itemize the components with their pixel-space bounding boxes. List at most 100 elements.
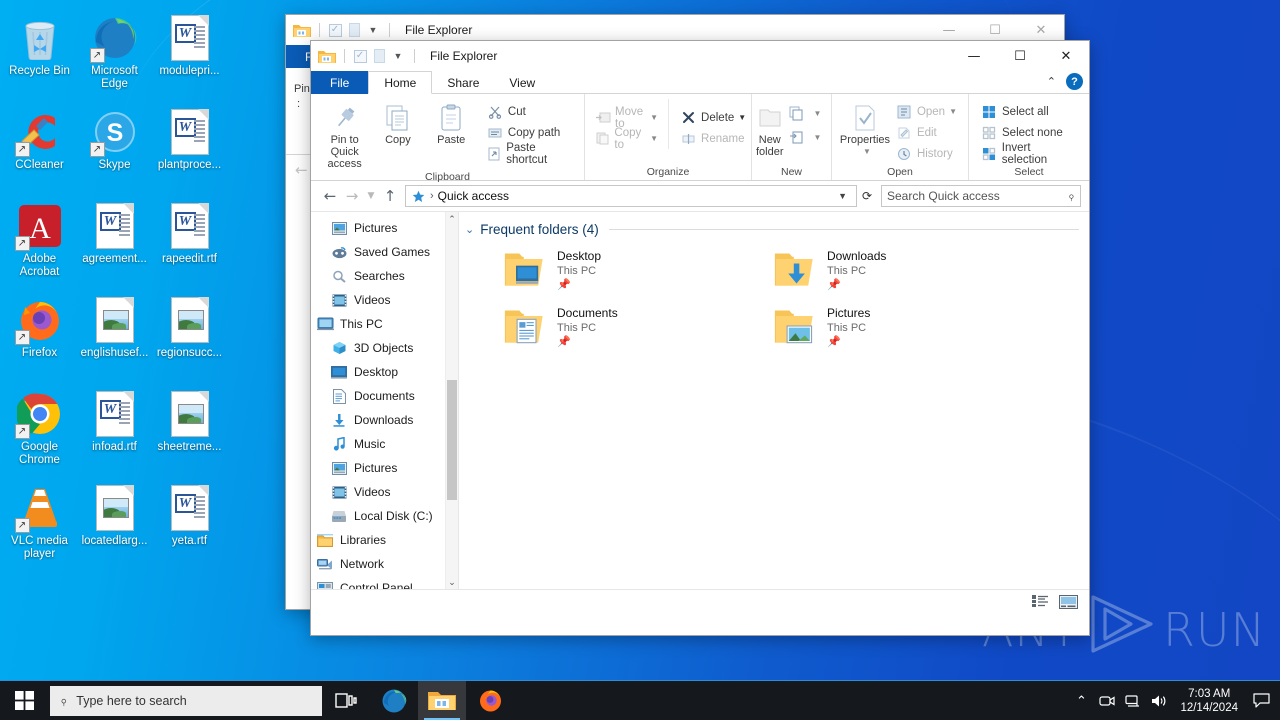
delete-button[interactable]: Delete ▼ [675,107,750,128]
copy-path-button[interactable]: Copy path [482,122,577,143]
nav-item-music[interactable]: Music [311,432,458,456]
desktop-icon-ccleaner[interactable]: ↗ CCleaner [2,100,77,194]
desktop-icon-microsoft-edge[interactable]: ↗ Microsoft Edge [77,6,152,100]
nav-item-videos[interactable]: Videos [311,480,458,504]
frequent-folder-tile[interactable]: Downloads This PC 📌 [773,249,1043,292]
nav-item-pictures[interactable]: Pictures [311,456,458,480]
desktop-icon-recycle-bin[interactable]: Recycle Bin [2,6,77,100]
nav-item-libraries[interactable]: Libraries [311,528,458,552]
desktop-icon-yeta-rtf[interactable]: W yeta.rtf [152,476,227,570]
folder-icon[interactable] [293,23,311,38]
history-button[interactable]: History [891,143,961,164]
maximize-button[interactable]: ☐ [997,41,1043,71]
select-none-button[interactable]: Select none [976,122,1082,143]
easy-access-button[interactable]: ▼ [784,125,826,149]
desktop-icon-rapeedit-rtf[interactable]: W rapeedit.rtf [152,194,227,288]
scroll-down-arrow[interactable]: ⌄ [446,575,458,589]
titlebar[interactable]: ✓ ▼ File Explorer — ☐ ✕ [311,41,1089,71]
tab-home[interactable]: Home [368,71,433,94]
window-controls[interactable]: — ☐ ✕ [951,41,1089,71]
properties-checkbox-icon[interactable]: ✓ [326,21,344,39]
chevron-down-icon[interactable]: ▼ [389,47,407,65]
nav-item-control-panel[interactable]: Control Panel [311,576,458,589]
address-dropdown-icon[interactable]: ▼ [833,191,852,201]
search-box[interactable]: Search Quick access ⌕ [881,185,1081,207]
desktop-icon-locatedlarg---[interactable]: locatedlarg... [77,476,152,570]
help-button[interactable]: ? [1066,73,1083,90]
nav-item-this-pc[interactable]: This PC [311,312,458,336]
desktop-icon-regionsucc---[interactable]: regionsucc... [152,288,227,382]
taskbar-clock[interactable]: 7:03 AM 12/14/2024 [1172,687,1246,715]
chevron-down-icon[interactable]: ▼ [650,113,658,122]
taskbar-search-box[interactable]: ⌕ Type here to search [50,685,322,716]
taskbar-firefox[interactable] [466,681,514,720]
desktop-icon-firefox[interactable]: ↗ Firefox [2,288,77,382]
frequent-folder-tile[interactable]: Desktop This PC 📌 [503,249,773,292]
desktop-icon-google-chrome[interactable]: ↗ Google Chrome [2,382,77,476]
arrow-left-icon-background[interactable]: ← [295,161,308,179]
nav-item-downloads[interactable]: Downloads [311,408,458,432]
desktop-icon-plantproce---[interactable]: W plantproce... [152,100,227,194]
new-folder-icon[interactable] [370,47,388,65]
scroll-up-arrow[interactable]: ⌃ [446,212,458,226]
copy-to-button[interactable]: Copy to ▼ [592,127,662,151]
edit-button[interactable]: Edit [891,122,961,143]
desktop-icon-agreement---[interactable]: W agreement... [77,194,152,288]
open-button[interactable]: Open ▼ [891,101,961,122]
file-explorer-window[interactable]: ✓ ▼ File Explorer — ☐ ✕ File Home Share … [310,40,1090,636]
folder-icon[interactable] [318,49,336,64]
paste-button[interactable]: Paste [425,99,478,146]
large-icons-view-button[interactable] [1057,593,1079,611]
desktop-icon-englishusef---[interactable]: englishusef... [77,288,152,382]
minimize-button[interactable]: — [951,41,997,71]
navigation-scrollbar[interactable]: ⌃ ⌄ [445,212,458,589]
paste-shortcut-button[interactable]: Paste shortcut [482,142,577,166]
nav-item-desktop[interactable]: Desktop [311,360,458,384]
nav-item-pictures[interactable]: Pictures [311,216,458,240]
rename-button[interactable]: Rename [675,128,750,149]
tray-volume-icon[interactable] [1146,681,1172,720]
nav-item-network[interactable]: Network [311,552,458,576]
nav-item-documents[interactable]: Documents [311,384,458,408]
chevron-down-icon[interactable]: ▼ [738,113,746,122]
chevron-down-icon[interactable]: ▼ [814,109,822,118]
tab-view[interactable]: View [494,71,550,94]
action-center-button[interactable] [1246,681,1276,720]
tab-share[interactable]: Share [432,71,494,94]
nav-item-saved-games[interactable]: Saved Games [311,240,458,264]
chevron-down-icon[interactable]: ⌄ [465,223,474,236]
chevron-down-icon[interactable]: ▼ [364,21,382,39]
scrollbar-thumb[interactable] [447,380,457,500]
up-button[interactable]: ↑ [379,187,401,205]
new-item-button[interactable]: ▼ [784,101,826,125]
view-mode-buttons[interactable] [1029,593,1083,611]
new-folder-button[interactable]: New folder [756,99,784,158]
chevron-down-icon[interactable]: ▼ [949,107,957,116]
taskbar-file-explorer[interactable] [418,680,466,720]
cut-button[interactable]: Cut [482,101,577,122]
tab-file[interactable]: File [311,71,369,94]
desktop-icon-infoad-rtf[interactable]: W infoad.rtf [77,382,152,476]
desktop-icon-skype[interactable]: S ↗ Skype [77,100,152,194]
task-view-button[interactable] [322,681,370,720]
chevron-down-icon[interactable]: ▼ [650,134,658,143]
desktop-icon-adobe-acrobat[interactable]: A ↗ Adobe Acrobat [2,194,77,288]
nav-item-videos[interactable]: Videos [311,288,458,312]
invert-selection-button[interactable]: Invert selection [976,142,1082,166]
copy-button[interactable]: Copy [371,99,424,146]
move-to-button[interactable]: Move to ▼ [592,106,662,130]
content-pane[interactable]: ⌄ Frequent folders (4) Desktop This PC 📌… [459,212,1089,589]
nav-item-local-disk--c--[interactable]: Local Disk (C:) [311,504,458,528]
tray-camera-icon[interactable] [1094,681,1120,720]
windows-start-icon[interactable] [0,681,48,720]
tray-network-icon[interactable] [1120,681,1146,720]
properties-button[interactable]: Properties ▼ [839,99,891,158]
breadcrumb-quick-access[interactable]: Quick access [438,189,509,203]
close-button[interactable]: ✕ [1043,41,1089,71]
navigation-pane[interactable]: Pictures Saved Games Searches Videos This PC… [311,212,459,589]
nav-item-searches[interactable]: Searches [311,264,458,288]
refresh-button[interactable]: ⟳ [857,189,877,203]
details-view-button[interactable] [1029,593,1051,611]
tray-overflow-button[interactable]: ⌃ [1068,681,1094,720]
chevron-up-icon[interactable]: ⌃ [1047,75,1056,88]
